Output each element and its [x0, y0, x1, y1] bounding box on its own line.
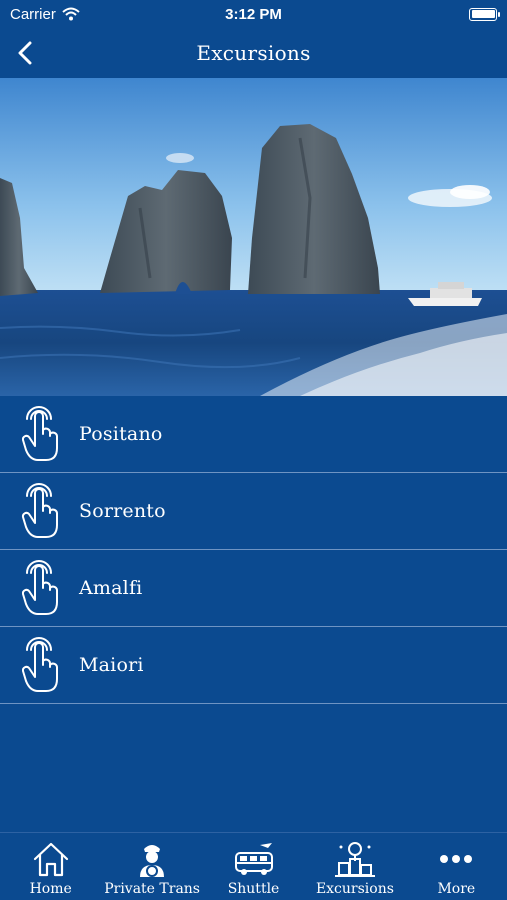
- list-item-label: Positano: [79, 423, 163, 445]
- hero-image: [0, 78, 507, 396]
- page-title: Excursions: [196, 41, 311, 65]
- touch-hand-icon: [21, 560, 58, 615]
- tab-home[interactable]: Home: [0, 833, 101, 900]
- tab-private-transfer[interactable]: Private Trans: [101, 833, 202, 900]
- tab-more[interactable]: More: [406, 833, 507, 900]
- touch-hand-icon: [21, 406, 58, 461]
- app-screen: Carrier 3:12 PM Excursions Positano Sorr…: [0, 0, 507, 900]
- tab-shuttle[interactable]: Shuttle: [203, 833, 304, 900]
- list-item-label: Maiori: [79, 654, 144, 676]
- back-button[interactable]: [8, 36, 42, 70]
- touch-hand-icon: [21, 637, 58, 692]
- tab-bar: Home Private Trans Shuttle Excursions Mo…: [0, 832, 507, 900]
- home-icon: [33, 842, 68, 877]
- carrier-label: Carrier: [10, 5, 56, 23]
- shuttle-icon: [234, 843, 273, 875]
- list-item-label: Sorrento: [79, 500, 166, 522]
- list-item-maiori[interactable]: Maiori: [0, 627, 507, 704]
- wifi-icon: [62, 7, 80, 21]
- battery-icon: [469, 7, 500, 21]
- excursion-list: Positano Sorrento Amalfi Maiori: [0, 396, 507, 704]
- tab-label: Home: [29, 881, 72, 897]
- tab-label: Private Trans: [104, 881, 200, 897]
- navigation-bar: Excursions: [0, 28, 507, 78]
- touch-hand-icon: [21, 483, 58, 538]
- list-item-positano[interactable]: Positano: [0, 396, 507, 473]
- status-left: Carrier: [10, 6, 80, 23]
- more-icon: [440, 855, 473, 863]
- driver-icon: [140, 845, 165, 877]
- excursions-icon: [334, 842, 375, 877]
- chevron-left-icon: [18, 41, 32, 65]
- tab-label: More: [437, 881, 476, 897]
- list-item-sorrento[interactable]: Sorrento: [0, 473, 507, 550]
- tab-label: Shuttle: [227, 881, 280, 897]
- list-item-label: Amalfi: [79, 577, 143, 599]
- status-bar: Carrier 3:12 PM: [0, 0, 507, 28]
- tab-excursions[interactable]: Excursions: [304, 833, 405, 900]
- tab-label: Excursions: [315, 881, 394, 897]
- list-item-amalfi[interactable]: Amalfi: [0, 550, 507, 627]
